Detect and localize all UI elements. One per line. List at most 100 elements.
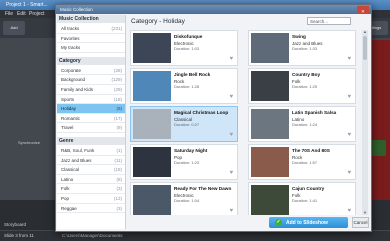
sidebar-item[interactable]: All tracks (231) [57, 24, 125, 34]
sidebar-item-label: Reggae [61, 205, 77, 211]
scroll-up-icon[interactable]: ▲ [363, 30, 367, 34]
track-duration: Duration: 0:27 [174, 122, 200, 127]
sidebar-item-count: (9) [116, 106, 123, 112]
scrollbar[interactable]: ▲ ▼ [362, 30, 368, 215]
sidebar-item[interactable]: Background (129) [57, 75, 125, 85]
favorite-heart-icon[interactable]: ♥ [347, 94, 351, 100]
track-genre: Rock [174, 78, 185, 84]
favorite-heart-icon[interactable]: ♥ [229, 208, 233, 214]
track-title: Saturday Night [174, 148, 208, 153]
scroll-thumb[interactable] [363, 36, 367, 60]
track-card[interactable]: Latin Spanish Salsa Latino Duration: 1:24 ♥ [248, 106, 356, 142]
search-input[interactable]: Search... [307, 17, 351, 25]
track-genre: Classical [174, 116, 193, 122]
sidebar-item[interactable]: Family and Kids (29) [57, 85, 125, 95]
track-card[interactable]: Jingle Bell Rock Rock Duration: 1:28 ♥ [130, 68, 238, 104]
sidebar-item-label: Classical [61, 167, 80, 173]
menu-edit[interactable]: Edit [17, 11, 26, 17]
sidebar-item-label: R&B, Soul, Funk [61, 148, 95, 153]
track-duration: Duration: 1:23 [174, 160, 200, 165]
track-grid: Diskofunque Electronic Duration: 1:03 ♥ Swin… [127, 30, 361, 215]
sidebar-item[interactable]: Latino (8) [57, 175, 125, 185]
track-thumbnail [133, 185, 171, 215]
track-genre: Latino [292, 116, 305, 122]
sidebar-item-count: (18) [113, 167, 122, 173]
track-card[interactable]: Saturday Night Pop Duration: 1:23 ♥ [130, 144, 238, 180]
favorite-heart-icon[interactable]: ♥ [347, 132, 351, 138]
track-title: Cajun Country [292, 186, 325, 191]
sidebar-item[interactable]: Corporate (28) [57, 66, 125, 76]
sidebar-item[interactable]: Romantic (17) [57, 114, 125, 124]
sidebar-item-label: Corporate [61, 67, 82, 73]
cancel-button[interactable]: Cancel [352, 217, 369, 228]
track-card[interactable]: Magical Christmas Loop Classical Duration:… [130, 106, 238, 142]
track-card[interactable]: Ready For The New Dawn Electronic Duration… [130, 182, 238, 215]
sidebar-item[interactable]: Reggae (3) [57, 204, 125, 214]
add-to-slideshow-label: Add to Slideshow [286, 220, 328, 226]
sidebar-item-count: (12) [113, 196, 122, 201]
sidebar-item[interactable]: Pop (12) [57, 194, 125, 204]
sidebar-item-label: Travel [61, 125, 74, 131]
sidebar-item[interactable]: Folk (3) [57, 184, 125, 194]
track-genre: Folk [292, 192, 301, 198]
sidebar-item-label: Family and Kids [61, 87, 94, 92]
close-icon: ✕ [361, 8, 365, 14]
favorite-heart-icon[interactable]: ♥ [347, 170, 351, 176]
track-title: Country Boy [292, 72, 321, 77]
storyboard-label: Storyboard [4, 222, 27, 227]
app-title: Project 1 - Smart... [6, 2, 48, 8]
favorite-heart-icon[interactable]: ♥ [347, 56, 351, 62]
track-card[interactable]: The 70S And 80S Rock Duration: 1:57 ♥ [248, 144, 356, 180]
sidebar-item-count: (3) [116, 186, 123, 192]
sidebar-section-header: Genre [57, 137, 125, 145]
sidebar-item[interactable]: Jazz and Blues (11) [57, 156, 125, 166]
sidebar-item-label: Folk [61, 186, 70, 192]
favorite-heart-icon[interactable]: ♥ [229, 170, 233, 176]
track-thumbnail [133, 109, 171, 139]
sidebar-item-label: Background [61, 77, 86, 83]
sidebar-item-count: (28) [113, 67, 122, 73]
track-thumbnail [133, 147, 171, 177]
add-tool-button[interactable]: Add [3, 21, 25, 35]
sidebar-item[interactable]: Favorites [57, 34, 125, 44]
track-thumbnail [251, 71, 289, 101]
favorite-heart-icon[interactable]: ♥ [229, 132, 233, 138]
sidebar-item-count: (29) [113, 87, 122, 92]
sidebar-item-count: (11) [114, 157, 122, 163]
favorite-heart-icon[interactable]: ♥ [229, 94, 233, 100]
menu-file[interactable]: File [5, 11, 13, 17]
track-card[interactable]: Diskofunque Electronic Duration: 1:03 ♥ [130, 30, 238, 66]
sidebar-item[interactable]: Sports (18) [57, 95, 125, 105]
track-thumbnail [251, 185, 289, 215]
sidebar-item[interactable]: R&B, Soul, Funk (1) [57, 146, 125, 156]
menu-project[interactable]: Project [29, 11, 45, 17]
sidebar-item[interactable]: Travel (9) [57, 123, 125, 133]
track-duration: Duration: 1:24 [292, 122, 318, 127]
track-card[interactable]: Country Boy Folk Duration: 1:25 ♥ [248, 68, 356, 104]
sidebar-item-label: Pop [61, 196, 70, 201]
add-to-slideshow-button[interactable]: ✓ Add to Slideshow [269, 217, 348, 228]
favorite-heart-icon[interactable]: ♥ [347, 208, 351, 214]
close-button[interactable]: ✕ [357, 6, 369, 14]
track-title: Magical Christmas Loop [174, 110, 229, 115]
track-thumbnail [133, 71, 171, 101]
sidebar-item-count: (3) [116, 205, 123, 211]
track-card[interactable]: Swing Jazz and Blues Duration: 1:33 ♥ [248, 30, 356, 66]
sidebar-item-count: (1) [116, 148, 123, 153]
checkmark-icon: ✓ [275, 219, 282, 226]
track-thumbnail [251, 33, 289, 63]
scroll-down-icon[interactable]: ▼ [363, 211, 367, 215]
sidebar-section-header: Category [57, 56, 125, 65]
sidebar-item[interactable]: Holiday (9) [57, 104, 125, 114]
sync-label[interactable]: Synchronize [18, 140, 58, 148]
track-genre: Folk [292, 78, 301, 84]
sidebar-item[interactable]: Classical (18) [57, 165, 125, 175]
track-duration: Duration: 1:33 [292, 46, 318, 51]
sidebar-item[interactable]: My tracks [57, 43, 125, 53]
sidebar-item-label: Romantic [61, 115, 81, 121]
track-card[interactable]: Cajun Country Folk Duration: 1:41 ♥ [248, 182, 356, 215]
track-title: Jingle Bell Rock [174, 72, 211, 77]
track-thumbnail [251, 109, 289, 139]
favorite-heart-icon[interactable]: ♥ [229, 56, 233, 62]
track-title: Swing [292, 34, 306, 39]
